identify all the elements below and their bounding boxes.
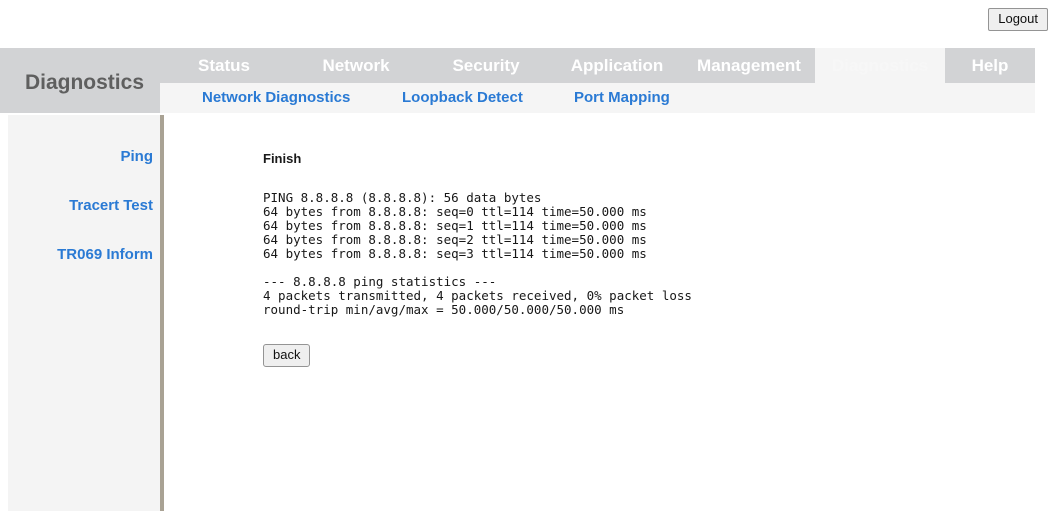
sidebar-item-tr069-inform[interactable]: TR069 Inform	[57, 246, 153, 263]
nav-item-status[interactable]: Status	[185, 48, 263, 83]
back-button[interactable]: back	[263, 344, 310, 367]
sidebar-item-tracert-test[interactable]: Tracert Test	[69, 197, 153, 214]
top-bar: Logout	[0, 0, 1064, 48]
subnav-item-port-mapping[interactable]: Port Mapping	[574, 83, 670, 113]
nav-item-security[interactable]: Security	[440, 48, 532, 83]
sidebar: Ping Tracert Test TR069 Inform	[8, 115, 160, 511]
nav-item-network[interactable]: Network	[310, 48, 402, 83]
subnav-item-network-diagnostics[interactable]: Network Diagnostics	[202, 83, 350, 113]
nav-item-management[interactable]: Management	[685, 48, 813, 83]
nav-item-diagnostics[interactable]: Diagnostics	[818, 48, 942, 83]
finish-heading: Finish	[263, 151, 301, 166]
section-tab-label: Diagnostics	[0, 71, 144, 95]
nav-item-application[interactable]: Application	[556, 48, 678, 83]
main-content: Finish PING 8.8.8.8 (8.8.8.8): 56 data b…	[164, 115, 1064, 511]
sidebar-item-ping[interactable]: Ping	[121, 148, 154, 165]
subnav-item-loopback-detect[interactable]: Loopback Detect	[402, 83, 523, 113]
ping-output-text: PING 8.8.8.8 (8.8.8.8): 56 data bytes 64…	[263, 191, 692, 317]
section-tab-diagnostics[interactable]: Diagnostics	[0, 48, 160, 113]
nav-item-help[interactable]: Help	[946, 48, 1034, 83]
logout-button[interactable]: Logout	[988, 8, 1048, 31]
